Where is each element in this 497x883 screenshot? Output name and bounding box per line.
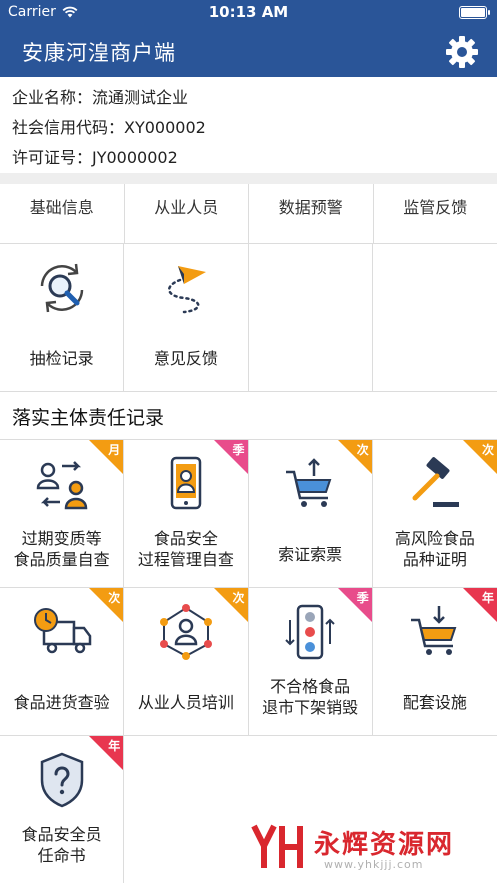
watermark-logo	[251, 824, 303, 868]
company-name: 企业名称：流通测试企业	[12, 88, 189, 107]
frequency-badge-label: 月	[108, 443, 121, 457]
section-title: 落实主体责任记录	[12, 407, 165, 429]
tools-grid: 抽检记录 意见反馈	[0, 244, 497, 392]
feedback-label: 意见反馈	[153, 349, 218, 368]
cart-upload-icon	[286, 458, 332, 507]
nav-bar: 安康河湟商户端	[0, 26, 497, 77]
tab-data-warning[interactable]: 数据预警	[249, 184, 374, 243]
purchase-inspection-label: 食品进货查验	[13, 693, 110, 712]
credit-code: 社会信用代码：XY000002	[12, 118, 206, 137]
battery-icon	[459, 6, 490, 19]
frequency-badge-label: 年	[481, 591, 494, 605]
phone-person-icon	[170, 456, 202, 510]
cart-download-icon	[410, 606, 457, 655]
frequency-badge-label: 次	[356, 443, 369, 457]
clock: 10:13 AM	[208, 3, 289, 21]
company-info: 企业名称：流通测试企业 社会信用代码：XY000002 许可证号：JY00000…	[0, 77, 497, 173]
supporting-facilities-label: 配套设施	[402, 693, 467, 712]
quality-self-check-label: 过期变质等 食品质量自查	[13, 529, 110, 569]
certificates-invoices-button[interactable]: 次 索证索票	[248, 440, 373, 588]
safety-officer-appointment-label: 食品安全员 任命书	[21, 825, 102, 865]
frequency-badge-label: 次	[108, 591, 121, 605]
search-refresh-icon	[40, 263, 83, 313]
safety-officer-appointment-button[interactable]: 年 食品安全员 任命书	[0, 736, 125, 883]
high-risk-proof-button[interactable]: 次 高风险食品 品种证明	[372, 440, 497, 588]
tab-bar: 基础信息 从业人员 数据预警 监管反馈	[0, 184, 497, 244]
supporting-facilities-button[interactable]: 年 配套设施	[372, 588, 497, 736]
watermark-url: www.yhkjjj.com	[324, 858, 424, 871]
staff-training-button[interactable]: 次 从业人员培训	[124, 588, 249, 736]
watermark: 永辉资源网 www.yhkjjj.com	[250, 820, 490, 880]
purchase-inspection-button[interactable]: 次 食品进货查验	[0, 588, 125, 736]
frequency-badge-label: 次	[481, 443, 494, 457]
section-divider	[0, 391, 497, 392]
truck-clock-icon	[33, 608, 91, 654]
frequency-badge-label: 季	[232, 443, 245, 457]
section-divider	[0, 173, 497, 184]
frequency-badge-label: 年	[108, 739, 121, 753]
records-grid: 月 过期变质等 食品质量自查 季 食品安全 过程管理自查 次 索证索票 次 高风…	[0, 439, 497, 883]
high-risk-proof-label: 高风险食品 品种证明	[394, 529, 475, 569]
shield-question-icon	[40, 752, 83, 808]
frequency-badge-label: 季	[356, 591, 369, 605]
network-person-icon	[159, 604, 212, 660]
process-management-label: 食品安全 过程管理自查	[137, 529, 234, 569]
tab-basic-info[interactable]: 基础信息	[0, 184, 125, 243]
unqualified-food-removal-label: 不合格食品 退市下架销毁	[262, 677, 359, 717]
unqualified-food-removal-button[interactable]: 季 不合格食品 退市下架销毁	[248, 588, 373, 736]
feedback-button[interactable]: 意见反馈	[124, 244, 249, 392]
paper-plane-icon	[167, 266, 206, 314]
gear-icon[interactable]	[445, 35, 479, 69]
gavel-icon	[412, 457, 459, 507]
people-exchange-icon	[36, 461, 87, 510]
certificates-invoices-label: 索证索票	[278, 545, 343, 564]
process-management-button[interactable]: 季 食品安全 过程管理自查	[124, 440, 249, 588]
status-bar: Carrier 10:13 AM	[0, 0, 497, 26]
empty-cell	[248, 244, 373, 392]
app-title: 安康河湟商户端	[22, 41, 176, 65]
empty-cell	[372, 244, 497, 392]
traffic-light-icon	[285, 604, 335, 660]
quality-self-check-button[interactable]: 月 过期变质等 食品质量自查	[0, 440, 125, 588]
license-number: 许可证号：JY0000002	[12, 148, 178, 167]
tab-staff[interactable]: 从业人员	[125, 184, 249, 243]
frequency-badge-label: 次	[232, 591, 245, 605]
staff-training-label: 从业人员培训	[137, 693, 234, 712]
inspection-records-button[interactable]: 抽检记录	[0, 244, 125, 392]
tab-supervision-feedback[interactable]: 监管反馈	[374, 184, 497, 243]
inspection-records-label: 抽检记录	[29, 349, 94, 368]
watermark-text: 永辉资源网	[314, 830, 455, 860]
